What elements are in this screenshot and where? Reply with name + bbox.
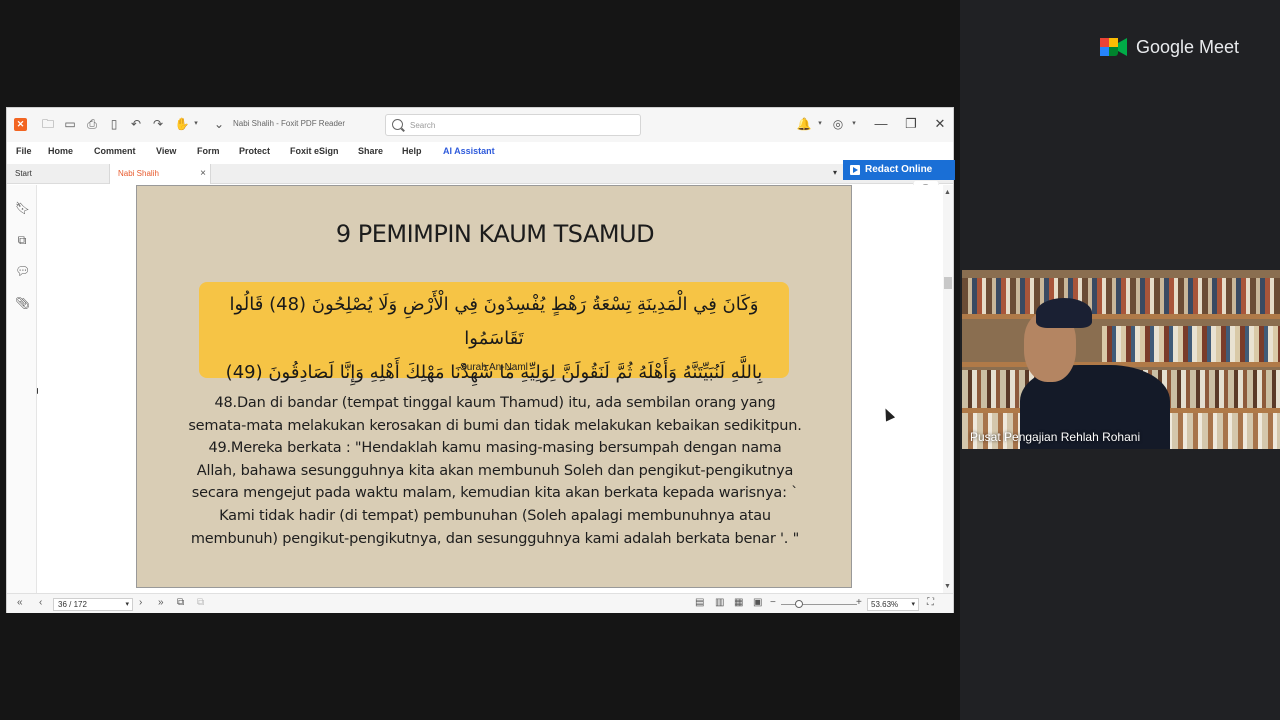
book-row (962, 278, 1280, 314)
redo-icon[interactable]: ↷ (151, 117, 165, 131)
zoom-in-icon[interactable]: + (856, 597, 862, 608)
menu-help[interactable]: Help (402, 146, 422, 156)
google-meet-brand: Google Meet (1100, 34, 1239, 60)
bookmark-icon[interactable]: 🔖︎ (15, 201, 30, 215)
window-title: Nabi Shalih - Foxit PDF Reader (233, 119, 346, 128)
quick-access-dropdown-icon[interactable]: ⌄ (212, 117, 226, 131)
chevron-down-icon[interactable]: ▾ (813, 117, 827, 131)
page-number-input[interactable]: 36 / 172 ▾ (53, 598, 133, 611)
page-number-value: 36 / 172 (58, 600, 87, 609)
facing-view-icon[interactable]: ▦ (734, 597, 743, 608)
page-heading: 9 PEMIMPIN KAUM TSAMUD (335, 220, 655, 248)
participant-video-tile[interactable]: Pusat Pengajian Rehlah Rohani (962, 270, 1280, 449)
menu-file[interactable]: File (16, 146, 32, 156)
translation-line: 49.Mereka berkata : "Hendaklah kamu masi… (208, 440, 782, 457)
search-box[interactable]: Search (385, 114, 641, 136)
menu-share[interactable]: Share (358, 146, 383, 156)
last-page-icon[interactable]: » (158, 597, 164, 608)
print-icon[interactable]: ⎙ (85, 117, 99, 131)
translation-line: 48.Dan di bandar (tempat tinggal kaum Th… (214, 395, 776, 411)
redact-online-label: Redact Online (865, 164, 933, 175)
tab-start-label: Start (15, 169, 32, 178)
surah-reference: Surah An-Naml (460, 362, 528, 373)
search-icon (392, 119, 403, 130)
chevron-down-icon[interactable]: ▾ (125, 599, 129, 610)
tab-list-dropdown-icon[interactable]: ▾ (833, 168, 837, 177)
scrollbar-thumb[interactable] (944, 277, 952, 289)
foxit-window: ✕ 🗀 ▭ ⎙ ▯ ↶ ↷ ✋ ▾ ⌄ Nabi Shalih - Foxit … (6, 107, 955, 613)
translation-line: secara mengejut pada waktu malam, kemudi… (191, 485, 799, 502)
attachment-icon[interactable]: 📎︎ (15, 296, 30, 310)
save-icon[interactable]: ▭ (63, 117, 77, 131)
comment-icon[interactable]: 💬︎ (15, 264, 30, 278)
participant-cap (1036, 298, 1092, 328)
vertical-scrollbar[interactable]: ▲ ▼ (943, 185, 953, 593)
fullscreen-icon[interactable]: ⛶ (927, 597, 934, 608)
chevron-down-icon[interactable]: ▾ (911, 599, 915, 610)
google-meet-logo-icon (1100, 36, 1128, 58)
next-page-icon[interactable]: › (139, 597, 142, 608)
play-icon (850, 165, 860, 175)
single-page-view-icon[interactable]: ▤ (695, 597, 704, 608)
open-folder-icon[interactable]: 🗀 (41, 117, 55, 131)
pages-icon[interactable]: ⧉ (15, 233, 29, 247)
close-button[interactable]: ✕ (932, 116, 948, 132)
search-placeholder: Search (410, 121, 436, 130)
translation-text: 48.Dan di bandar (tempat tinggal kaum Th… (153, 392, 837, 550)
zoom-level-input[interactable]: 53.63% ▾ (867, 598, 919, 611)
scroll-down-icon[interactable]: ▼ (944, 583, 951, 590)
tabbar: Start Nabi Shalih × (7, 164, 953, 184)
tab-nabi-shalih[interactable]: Nabi Shalih × (110, 164, 211, 184)
hand-tool-icon[interactable]: ✋ (175, 117, 190, 131)
chevron-down-icon[interactable]: ▾ (847, 117, 861, 131)
translation-line: membunuh) pengikut-pengikutnya, dan sesu… (190, 530, 800, 547)
bookshelf (962, 314, 1280, 319)
redact-online-button[interactable]: Redact Online (843, 160, 955, 180)
tab-close-icon[interactable]: × (200, 164, 206, 184)
quran-verse-box: وَكَانَ فِي الْمَدِينَةِ تِسْعَةُ رَهْطٍ… (199, 282, 789, 383)
first-page-icon[interactable]: « (17, 597, 23, 608)
minimize-button[interactable]: — (873, 116, 889, 132)
bell-icon[interactable]: 🔔 (797, 117, 812, 131)
pdf-page: 9 PEMIMPIN KAUM TSAMUD وَكَانَ فِي الْمَ… (136, 185, 852, 588)
book-row (1102, 326, 1280, 362)
undo-icon[interactable]: ↶ (129, 117, 143, 131)
titlebar: ✕ 🗀 ▭ ⎙ ▯ ↶ ↷ ✋ ▾ ⌄ Nabi Shalih - Foxit … (7, 108, 953, 142)
translation-line: semata-mata melakukan kerosakan di bumi … (188, 417, 802, 434)
continuous-view-icon[interactable]: ▥ (715, 597, 724, 608)
arabic-verse: وَكَانَ فِي الْمَدِينَةِ تِسْعَةُ رَهْطٍ… (219, 288, 769, 390)
copy-disabled-icon: ⧉ (197, 597, 205, 608)
document-area: 9 PEMIMPIN KAUM TSAMUD وَكَانَ فِي الْمَ… (38, 185, 943, 593)
menu-comment[interactable]: Comment (94, 146, 136, 156)
translation-line: Kami tidak hadir (di tempat) pembunuhan … (219, 507, 771, 524)
menubar: File Home Comment View Form Protect Foxi… (7, 142, 953, 162)
cover-view-icon[interactable]: ▣ (753, 597, 762, 608)
menu-form[interactable]: Form (197, 146, 220, 156)
copy-icon[interactable]: ⧉ (177, 597, 184, 608)
zoom-slider[interactable] (781, 604, 857, 605)
restore-button[interactable]: ❐ (903, 116, 919, 132)
page-icon[interactable]: ▯ (107, 117, 121, 131)
prev-page-icon[interactable]: ‹ (39, 597, 42, 608)
user-icon[interactable]: ◎ (831, 117, 845, 131)
participant-name: Pusat Pengajian Rehlah Rohani (970, 430, 1141, 444)
arabic-verse-line-1: وَكَانَ فِي الْمَدِينَةِ تِسْعَةُ رَهْطٍ… (229, 294, 759, 349)
tab-active-label: Nabi Shalih (118, 169, 159, 178)
menu-ai-assistant[interactable]: AI Assistant (443, 146, 495, 156)
left-panel: 🔖︎ ⧉ 💬︎ 📎︎ (7, 185, 37, 593)
menu-view[interactable]: View (156, 146, 176, 156)
scroll-up-icon[interactable]: ▲ (944, 189, 951, 196)
statusbar: « ‹ 36 / 172 ▾ › » ⧉ ⧉ ▤ ▥ ▦ ▣ − + 53.63… (7, 593, 953, 613)
menu-protect[interactable]: Protect (239, 146, 270, 156)
zoom-level-value: 53.63% (871, 600, 899, 609)
foxit-logo-icon: ✕ (14, 118, 27, 131)
meet-brand-text: Google Meet (1136, 36, 1240, 57)
zoom-out-icon[interactable]: − (770, 597, 776, 608)
zoom-slider-knob[interactable] (795, 600, 803, 608)
tab-start[interactable]: Start (7, 164, 110, 184)
translation-line: Allah, bahawa sesungguhnya kita akan mem… (196, 462, 794, 479)
menu-foxit-esign[interactable]: Foxit eSign (290, 146, 339, 156)
chevron-down-icon[interactable]: ▾ (189, 117, 203, 131)
menu-home[interactable]: Home (48, 146, 73, 156)
